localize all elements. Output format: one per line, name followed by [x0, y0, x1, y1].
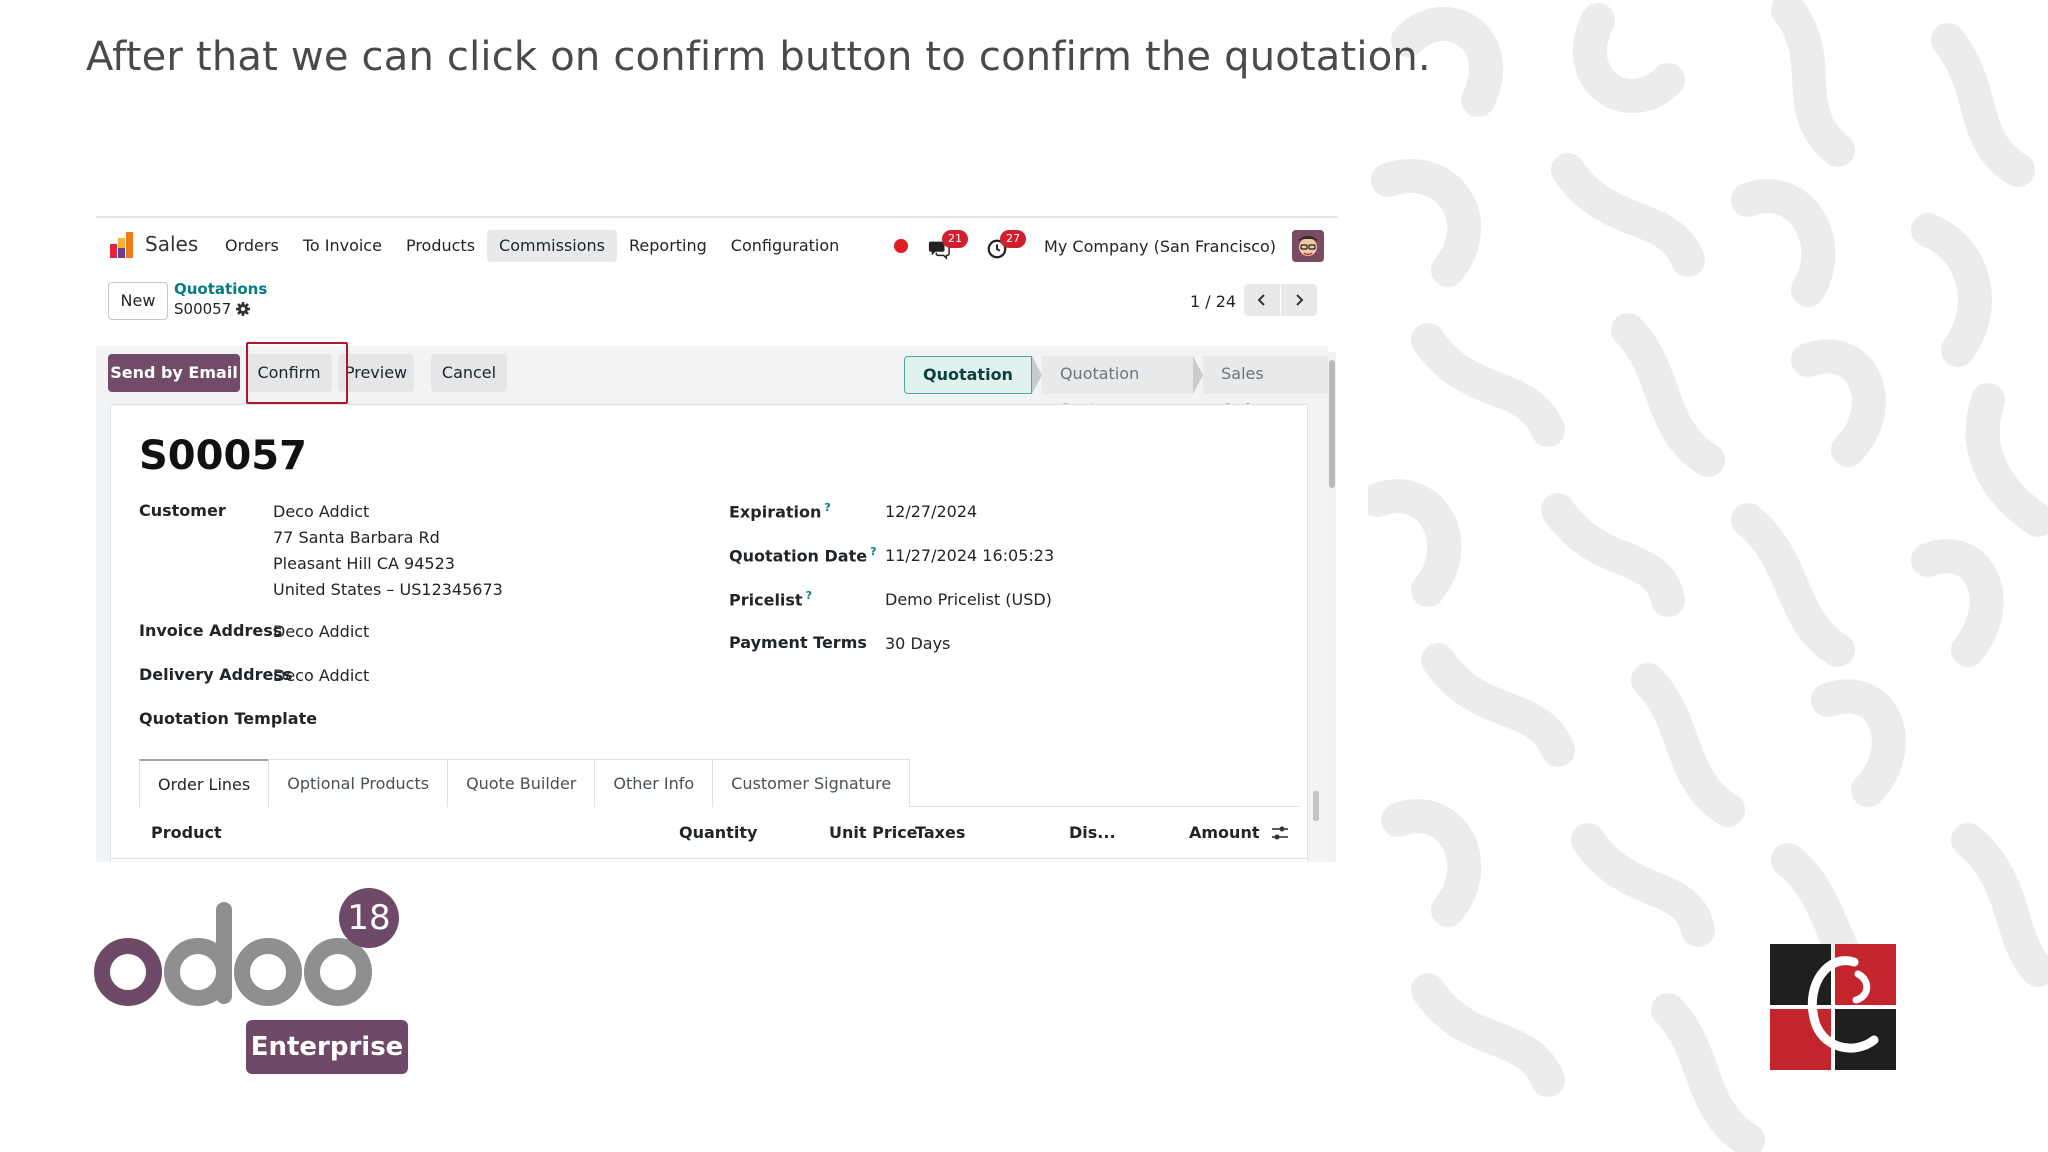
breadcrumb-current-label: S00057	[174, 300, 232, 318]
invoice-address-field[interactable]: Deco Addict	[273, 619, 369, 645]
enterprise-badge: Enterprise	[246, 1020, 408, 1074]
tab-order-lines[interactable]: Order Lines	[139, 759, 270, 807]
activities-count-badge: 27	[1000, 230, 1027, 248]
navbar-systray: 21 27 My Company (San Francisco)	[894, 228, 1324, 264]
messages-count-badge: 21	[942, 230, 969, 248]
expiration-label: Expiration?	[729, 501, 831, 521]
control-panel: New Quotations S00057 1 / 24	[96, 274, 1338, 334]
expiration-field[interactable]: 12/27/2024	[885, 499, 977, 525]
quotation-date-label-text: Quotation Date	[729, 546, 868, 566]
app-name[interactable]: Sales	[145, 232, 198, 256]
status-stages: Quotation Quotation Sent Sales Order	[904, 356, 1328, 419]
column-taxes[interactable]: Taxes	[915, 823, 965, 842]
quotation-template-label: Quotation Template	[139, 709, 318, 728]
form-scrollbar[interactable]	[1328, 352, 1336, 862]
decorative-pattern	[1368, 0, 2048, 1152]
optional-columns-icon[interactable]	[1271, 825, 1289, 841]
user-avatar-icon	[1292, 230, 1324, 262]
stage-separator	[1031, 356, 1042, 394]
form-statusbar: Send by Email Confirm Preview Cancel Quo…	[96, 342, 1328, 419]
pricelist-label: Pricelist?	[729, 589, 812, 609]
customer-street: 77 Santa Barbara Rd	[273, 528, 440, 547]
stage-quotation[interactable]: Quotation	[904, 356, 1032, 394]
tab-other-info[interactable]: Other Info	[594, 759, 714, 807]
menu-item-commissions[interactable]: Commissions	[487, 230, 618, 262]
swirl-pattern-graphic	[1368, 0, 2048, 1152]
delivery-address-label: Delivery Address	[139, 665, 293, 684]
preview-button[interactable]: Preview	[338, 354, 414, 392]
main-menu: Orders To Invoice Products Commissions R…	[213, 230, 851, 262]
tabs-scrollbar[interactable]	[1313, 791, 1319, 821]
breadcrumb-quotations[interactable]: Quotations	[174, 280, 267, 298]
form-sheet: S00057 Customer Deco Addict 77 Santa Bar…	[110, 404, 1319, 862]
column-discount[interactable]: Dis...	[1069, 823, 1116, 842]
pricelist-label-text: Pricelist	[729, 590, 803, 610]
order-lines-header: Product Quantity Unit Price Taxes Dis...…	[111, 809, 1309, 859]
tab-optional-products[interactable]: Optional Products	[268, 759, 449, 807]
notebook-tabs: Order Lines Optional Products Quote Buil…	[139, 759, 1299, 807]
user-avatar[interactable]	[1292, 230, 1324, 262]
payment-terms-field[interactable]: 30 Days	[885, 631, 950, 657]
expiration-label-text: Expiration	[729, 502, 822, 522]
new-button[interactable]: New	[108, 282, 168, 320]
form-scrollbar-thumb[interactable]	[1329, 360, 1335, 488]
payment-terms-label: Payment Terms	[729, 633, 867, 652]
app-screenshot: Sales Orders To Invoice Products Commiss…	[96, 216, 1338, 862]
menu-item-to-invoice[interactable]: To Invoice	[291, 230, 394, 262]
invoice-address-label: Invoice Address	[139, 621, 283, 640]
pager-value[interactable]: 1 / 24	[1190, 292, 1236, 311]
column-unit-price[interactable]: Unit Price	[829, 823, 918, 842]
customer-country: United States – US12345673	[273, 580, 503, 599]
stage-sales-order[interactable]: Sales Order	[1203, 356, 1328, 419]
chevron-left-icon	[1257, 294, 1265, 306]
partner-logo	[1770, 944, 1896, 1070]
column-amount[interactable]: Amount	[1189, 823, 1259, 842]
quotation-date-label: Quotation Date?	[729, 545, 876, 565]
order-reference-title: S00057	[139, 433, 307, 479]
gear-icon[interactable]	[235, 301, 251, 317]
cancel-button[interactable]: Cancel	[431, 354, 507, 392]
tab-customer-signature[interactable]: Customer Signature	[712, 759, 911, 807]
pricelist-help-icon[interactable]: ?	[806, 589, 812, 602]
recording-indicator-icon[interactable]	[894, 239, 909, 253]
customer-city: Pleasant Hill CA 94523	[273, 554, 455, 573]
messages-button[interactable]: 21	[928, 230, 969, 260]
menu-item-orders[interactable]: Orders	[213, 230, 291, 262]
top-navbar: Sales Orders To Invoice Products Commiss…	[96, 218, 1338, 274]
customer-field[interactable]: Deco Addict 77 Santa Barbara Rd Pleasant…	[273, 499, 503, 603]
menu-item-products[interactable]: Products	[394, 230, 487, 262]
menu-item-configuration[interactable]: Configuration	[719, 230, 852, 262]
activities-button[interactable]: 27	[986, 230, 1027, 259]
chevron-right-icon	[1296, 294, 1304, 306]
menu-item-reporting[interactable]: Reporting	[617, 230, 719, 262]
customer-name: Deco Addict	[273, 502, 370, 521]
pricelist-field[interactable]: Demo Pricelist (USD)	[885, 587, 1052, 613]
company-switcher[interactable]: My Company (San Francisco)	[1044, 237, 1276, 256]
stage-separator	[1193, 356, 1204, 394]
column-product[interactable]: Product	[151, 823, 222, 842]
slide: After that we can click on confirm butto…	[0, 0, 2048, 1152]
customer-label: Customer	[139, 501, 226, 520]
delivery-address-field[interactable]: Deco Addict	[273, 663, 369, 689]
pager-next-button[interactable]	[1281, 284, 1317, 316]
column-quantity[interactable]: Quantity	[679, 823, 757, 842]
expiration-help-icon[interactable]: ?	[824, 501, 830, 514]
breadcrumb-current: S00057	[174, 300, 251, 318]
slide-caption: After that we can click on confirm butto…	[86, 34, 1431, 80]
sales-app-icon[interactable]	[108, 232, 136, 260]
stage-quotation-sent[interactable]: Quotation Sent	[1041, 356, 1194, 419]
quotation-date-help-icon[interactable]: ?	[870, 545, 876, 558]
tab-quote-builder[interactable]: Quote Builder	[447, 759, 596, 807]
quotation-date-field[interactable]: 11/27/2024 16:05:23	[885, 543, 1054, 569]
form-view: Send by Email Confirm Preview Cancel Quo…	[96, 342, 1328, 862]
confirm-highlight-box	[246, 342, 348, 404]
pager-previous-button[interactable]	[1244, 284, 1280, 316]
send-by-email-button[interactable]: Send by Email	[108, 354, 240, 392]
odoo-version-badge: 18	[339, 888, 399, 948]
